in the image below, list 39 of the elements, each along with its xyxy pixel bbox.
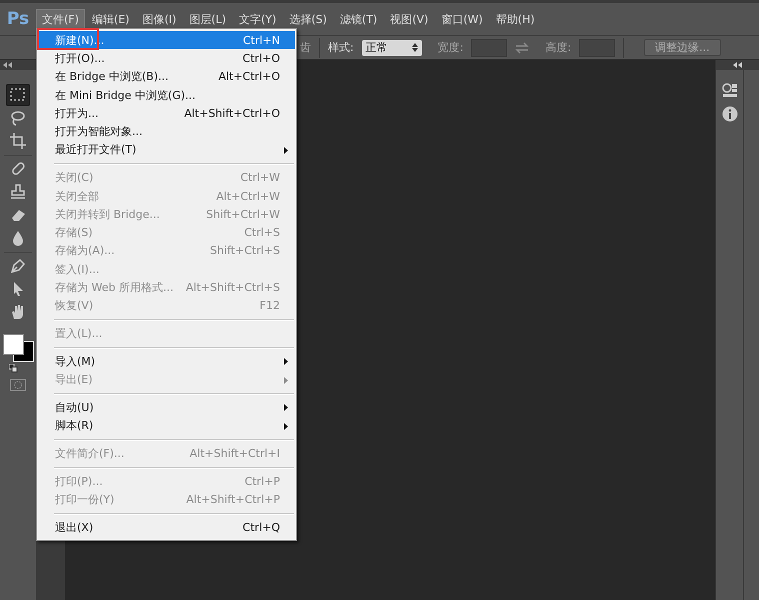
menu-item[interactable]: 自动(U) xyxy=(38,398,295,417)
menu-bar-item[interactable]: 图层(L) xyxy=(183,8,232,30)
menu-bar-item[interactable]: 编辑(E) xyxy=(86,8,136,30)
width-field[interactable] xyxy=(471,38,508,56)
color-swatches-drawing[interactable] xyxy=(2,334,34,362)
histogram-panel-icon[interactable] xyxy=(722,82,738,98)
menu-item[interactable]: 打开为... Alt+Shift+Ctrl+O xyxy=(38,104,295,122)
menu-item[interactable]: 在 Bridge 中浏览(B)... Alt+Ctrl+O xyxy=(38,68,295,86)
menu-bar-item[interactable]: 图像(I) xyxy=(136,8,182,30)
menu-bar-item[interactable]: 窗口(W) xyxy=(435,8,489,30)
option-label: 齿 xyxy=(300,40,311,55)
menu-item[interactable]: 退出(X) Ctrl+Q xyxy=(38,518,295,537)
menu-item[interactable]: 打开为智能对象... xyxy=(38,122,295,141)
refine-edge-button[interactable]: 调整边缘... xyxy=(644,39,721,56)
app-logo: Ps xyxy=(6,9,30,29)
menu-item[interactable]: 最近打开文件(T) xyxy=(38,140,295,160)
menu-item[interactable]: 导入(M) xyxy=(38,352,295,371)
option-label: 高度: xyxy=(545,40,572,55)
default-colors-icon[interactable] xyxy=(9,364,18,373)
menu-bar-item[interactable]: 选择(S) xyxy=(283,8,333,30)
menu-item[interactable]: 脚本(R) xyxy=(38,416,295,435)
height-field[interactable] xyxy=(579,38,616,56)
menu-bar-item[interactable]: 视图(V) xyxy=(384,8,434,30)
pen-icon xyxy=(8,256,28,276)
style-dropdown[interactable]: 正常 xyxy=(362,40,422,56)
stamp-icon xyxy=(8,182,28,202)
option-label: 样式: xyxy=(328,40,354,55)
option-label: 宽度: xyxy=(438,40,464,55)
marquee-tool[interactable] xyxy=(6,84,30,106)
menu-item[interactable]: 在 Mini Bridge 中浏览(G)... xyxy=(38,86,295,104)
menu-bar-item[interactable]: 文字(Y) xyxy=(233,8,282,30)
menu-bar-item[interactable]: 帮助(H) xyxy=(490,8,541,30)
info-icon[interactable] xyxy=(722,106,738,122)
updown-arrow-icon xyxy=(412,43,418,52)
menu-bar-item[interactable]: 滤镜(T) xyxy=(334,8,384,30)
menu-bar-item[interactable]: 文件(F) xyxy=(36,8,85,30)
collapse-icon[interactable] xyxy=(3,62,12,68)
menu-item[interactable]: 打开(O)... Ctrl+O xyxy=(38,49,295,68)
crop-icon xyxy=(8,131,28,151)
